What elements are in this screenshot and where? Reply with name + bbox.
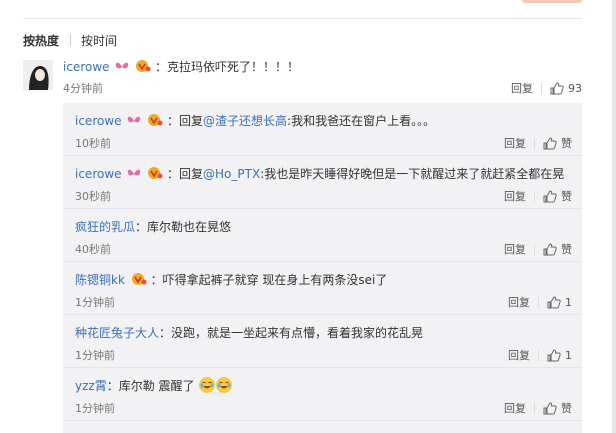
thumbs-up-icon [547, 348, 561, 361]
butterfly-badge-icon [127, 115, 141, 130]
reply-time: 1分钟前 [75, 402, 115, 415]
reply-item: 陈锶铜kk ：吓得拿起裤子就穿 现在身上有两条没sei了 1分钟前 回复 1 [63, 262, 582, 315]
like-count: 1 [565, 348, 572, 362]
reply-button[interactable]: 回复 [511, 80, 533, 96]
reply-time: 10秒前 [75, 137, 111, 150]
reply-time: 40秒前 [75, 243, 111, 256]
like-label: 赞 [561, 402, 572, 415]
reply-prefix: ：回复 [167, 167, 204, 181]
reply-button[interactable]: 回复 [504, 241, 526, 257]
main-comment: icerowe ：克拉玛依吓死了！！！！ 4分钟前 回复 93 [23, 58, 582, 98]
tab-sort-by-time[interactable]: 按时间 [81, 32, 117, 49]
tab-divider [70, 34, 72, 46]
action-divider [541, 82, 542, 94]
top-action-button[interactable] [522, 0, 582, 3]
sort-tabs: 按热度 按时间 [23, 31, 117, 49]
reply-prefix: ：回复 [167, 114, 204, 128]
like-label: 赞 [561, 243, 572, 256]
reply-time: 1分钟前 [75, 349, 115, 362]
avatar[interactable] [23, 60, 53, 90]
reply-text: ：库尔勒 震醒了 [106, 379, 195, 393]
scrollbar[interactable] [612, 0, 616, 433]
like-count: 93 [568, 81, 582, 95]
like-button[interactable]: 赞 [543, 400, 572, 416]
comment-time: 4分钟前 [63, 82, 103, 95]
like-button[interactable]: 1 [547, 296, 572, 309]
butterfly-badge-icon [127, 168, 141, 183]
tab-sort-by-hot[interactable]: 按热度 [23, 32, 59, 49]
like-label: 赞 [561, 190, 572, 203]
reply-username[interactable]: icerowe [75, 167, 122, 181]
laugh-cry-emoji-icon [199, 377, 216, 393]
reply-text: ：库尔勒也在晃悠 [135, 220, 232, 234]
reply-username[interactable]: icerowe [75, 114, 122, 128]
reply-mention-link[interactable]: @Ho_PTX [203, 167, 260, 181]
butterfly-badge-icon [115, 61, 129, 76]
laugh-cry-emoji-icon [216, 377, 233, 393]
previous-section-divider [23, 0, 582, 19]
reply-item: icerowe ：回复@Ho_PTX:我也是昨天睡得好晚但是一下就醒过来了就赶紧… [63, 156, 582, 209]
like-button[interactable]: 1 [547, 349, 572, 362]
action-divider [538, 349, 539, 361]
reply-username[interactable]: 陈锶铜kk [75, 273, 125, 287]
vip-badge-icon [147, 166, 163, 183]
like-label: 赞 [561, 137, 572, 150]
thumbs-up-icon [543, 136, 557, 149]
reply-item: yzz霄：库尔勒 震醒了 1分钟前 回复 赞 [63, 368, 582, 421]
like-button[interactable]: 赞 [543, 135, 572, 151]
thumbs-up-icon [547, 295, 561, 308]
reply-username[interactable]: yzz霄 [75, 379, 107, 393]
reply-button[interactable]: 回复 [504, 400, 526, 416]
thumbs-up-icon [543, 189, 557, 202]
reply-button[interactable]: 回复 [504, 135, 526, 151]
reply-item: 种花匠兔子大人：没跑，就是一坐起来有点懵，看着我家的花乱晃 1分钟前 回复 1 [63, 315, 582, 368]
reply-text: :我和我爸还在窗户上看。。。 [287, 114, 436, 128]
vip-badge-icon [131, 272, 147, 289]
reply-button[interactable]: 回复 [508, 347, 530, 363]
action-divider [534, 190, 535, 202]
vip-badge-icon [147, 113, 163, 130]
like-button[interactable]: 93 [550, 82, 582, 95]
reply-item: 疯狂的乳瓜：库尔勒也在晃悠 40秒前 回复 赞 [63, 209, 582, 262]
reply-username[interactable]: 种花匠兔子大人 [75, 326, 159, 340]
reply-button[interactable]: 回复 [508, 294, 530, 310]
reply-button[interactable]: 回复 [504, 188, 526, 204]
like-button[interactable]: 赞 [543, 188, 572, 204]
reply-text: ：吓得拿起裤子就穿 现在身上有两条没sei了 [150, 273, 388, 287]
reply-time: 1分钟前 [75, 296, 115, 309]
like-button[interactable]: 赞 [543, 241, 572, 257]
reply-list: icerowe ：回复@渣子还想长高:我和我爸还在窗户上看。。。 10秒前 回复… [63, 103, 582, 433]
action-divider [534, 402, 535, 414]
comment-text: ：克拉玛依吓死了！！！！ [155, 60, 300, 74]
action-divider [538, 296, 539, 308]
reply-time: 30秒前 [75, 190, 111, 203]
reply-text: ：没跑，就是一坐起来有点懵，看着我家的花乱晃 [159, 326, 424, 340]
action-divider [534, 243, 535, 255]
comment-username[interactable]: icerowe [63, 60, 110, 74]
thumbs-up-icon [543, 242, 557, 255]
action-divider [534, 137, 535, 149]
thumbs-up-icon [543, 401, 557, 414]
thumbs-up-icon [550, 81, 564, 94]
reply-text: :我也是昨天睡得好晚但是一下就醒过来了就赶紧全都在晃 [260, 167, 565, 181]
like-count: 1 [565, 295, 572, 309]
reply-username[interactable]: 疯狂的乳瓜 [75, 220, 135, 234]
reply-item: icerowe ：回复@渣子还想长高:我和我爸还在窗户上看。。。 10秒前 回复… [63, 103, 582, 156]
vip-badge-icon [135, 59, 151, 76]
reply-mention-link[interactable]: @渣子还想长高 [203, 114, 287, 128]
